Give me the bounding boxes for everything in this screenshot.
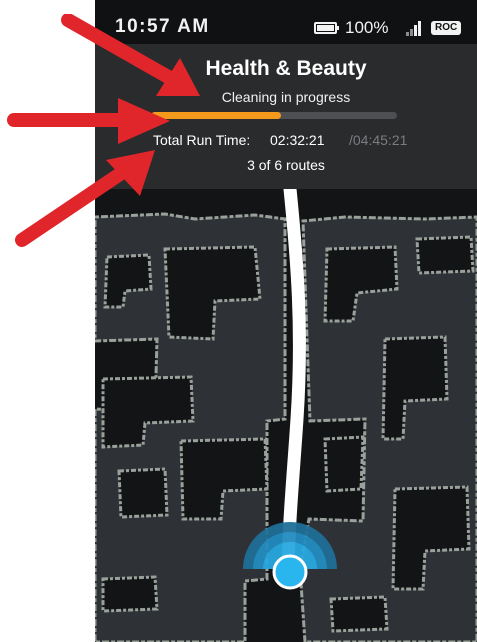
- cleaning-map[interactable]: [95, 189, 477, 642]
- map-obstacle: [329, 595, 389, 633]
- network-badge: ROC: [431, 21, 462, 35]
- progress-bar: [151, 112, 397, 119]
- cell-signal-icon: [406, 20, 422, 36]
- run-time-total: /04:45:21: [349, 132, 408, 148]
- red-arrow-icon: [15, 150, 155, 247]
- map-obstacle: [101, 575, 159, 613]
- battery-full-icon: [314, 22, 339, 34]
- screenshot-stage: 10:57 AM 100% ROC Health & Beauty Cleani…: [0, 0, 477, 642]
- map-obstacle: [323, 435, 365, 493]
- run-time-elapsed: 02:32:21: [270, 132, 325, 148]
- battery-percent: 100%: [345, 18, 389, 37]
- red-arrow-icon: [61, 14, 200, 96]
- red-arrow-icon: [7, 98, 170, 144]
- robot-location-icon[interactable]: [271, 553, 309, 591]
- map-obstacle: [117, 467, 169, 519]
- map-obstacle: [415, 235, 475, 275]
- robot-path: [281, 189, 306, 578]
